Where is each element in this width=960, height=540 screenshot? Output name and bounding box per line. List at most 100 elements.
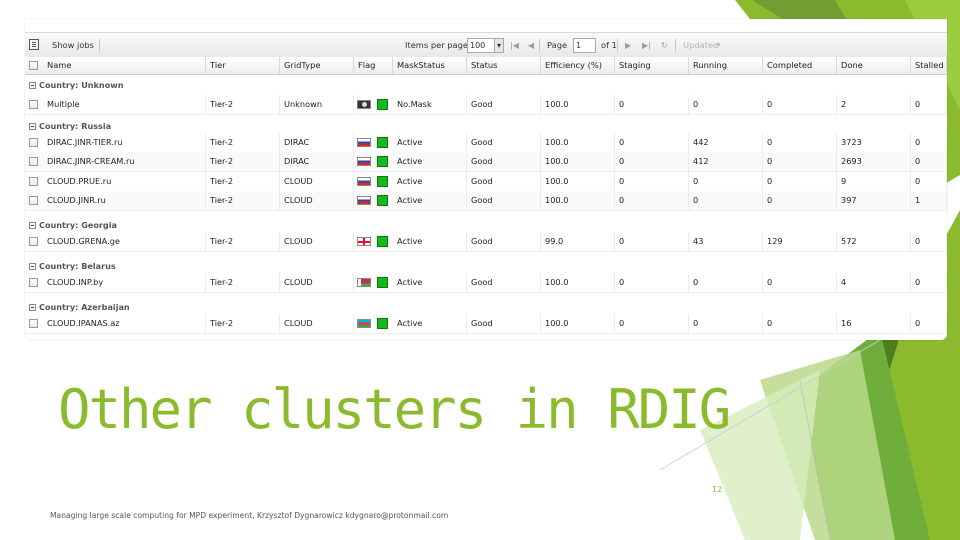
column-header-tier[interactable]: Tier — [206, 57, 280, 74]
cell-tier: Tier-2 — [206, 232, 280, 251]
mask-status-icon — [377, 156, 388, 167]
cell-completed: 0 — [763, 152, 837, 171]
russia-flag-icon — [357, 196, 371, 205]
page-input[interactable]: 1 — [573, 38, 596, 53]
table-row[interactable]: CLOUD.GRENA.ge Tier-2 CLOUD Active Good 99.0 0… — [25, 232, 947, 252]
column-header-maskstatus[interactable]: MaskStatus — [393, 57, 467, 74]
toolbar-divider — [539, 39, 540, 52]
cell-status: Good — [467, 273, 541, 292]
cell-tier: Tier-2 — [206, 273, 280, 292]
cell-staging: 0 — [615, 191, 689, 210]
cell-efficiency: 100.0 — [541, 172, 615, 191]
cell-tier: Tier-2 — [206, 314, 280, 333]
table-row[interactable]: DIRAC.JINR-TIER.ru Tier-2 DIRAC Active Good 1… — [25, 133, 947, 153]
table-row[interactable]: CLOUD.INP.by Tier-2 CLOUD Active Good 100.0 0 0… — [25, 273, 947, 293]
cell-done: 9 — [837, 172, 911, 191]
select-all-checkbox[interactable] — [29, 61, 38, 70]
column-header-flag[interactable]: Flag — [354, 57, 393, 74]
cell-efficiency: 99.0 — [541, 232, 615, 251]
cell-mask: Active — [393, 232, 467, 251]
cell-completed: 0 — [763, 133, 837, 152]
table-row[interactable]: CLOUD.IPANAS.az Tier-2 CLOUD Active Good 100.… — [25, 314, 947, 334]
mask-status-icon — [377, 137, 388, 148]
row-checkbox[interactable] — [29, 278, 38, 287]
page-count: of 1 — [601, 40, 617, 50]
show-jobs-icon[interactable] — [29, 39, 39, 50]
collapse-icon[interactable] — [29, 263, 36, 270]
belarus-flag-icon — [357, 278, 371, 287]
cell-efficiency: 100.0 — [541, 191, 615, 210]
cell-done: 2 — [837, 95, 911, 114]
cell-name: DIRAC.JINR-CREAM.ru — [43, 152, 206, 171]
column-header-done[interactable]: Done — [837, 57, 911, 74]
cell-done: 16 — [837, 314, 911, 333]
column-header-completed[interactable]: Completed — [763, 57, 837, 74]
cell-done: 2693 — [837, 152, 911, 171]
first-page-icon[interactable]: |◀ — [510, 40, 519, 51]
collapse-icon[interactable] — [29, 222, 36, 229]
column-header-running[interactable]: Running — [689, 57, 763, 74]
cell-mask: Active — [393, 172, 467, 191]
cell-stalled: 0 — [911, 314, 947, 333]
group-header-country-unknown[interactable]: Country: Unknown — [25, 76, 947, 96]
table-row[interactable]: CLOUD.PRUE.ru Tier-2 CLOUD Active Good 100.0 0… — [25, 172, 947, 192]
cell-tier: Tier-2 — [206, 133, 280, 152]
row-checkbox[interactable] — [29, 157, 38, 166]
cell-staging: 0 — [615, 133, 689, 152]
cell-status: Good — [467, 133, 541, 152]
table-row[interactable]: CLOUD.JINR.ru Tier-2 CLOUD Active Good 100.0 0… — [25, 191, 947, 211]
refresh-icon[interactable]: ↻ — [661, 40, 668, 51]
cell-name: CLOUD.GRENA.ge — [43, 232, 206, 251]
row-checkbox[interactable] — [29, 177, 38, 186]
cell-name: DIRAC.JINR-TIER.ru — [43, 133, 206, 152]
cell-done: 3723 — [837, 133, 911, 152]
cell-stalled: 1 — [911, 191, 947, 210]
mask-status-icon — [377, 99, 388, 110]
cell-running: 0 — [689, 172, 763, 191]
cell-name: CLOUD.JINR.ru — [43, 191, 206, 210]
last-page-icon[interactable]: ▶| — [642, 40, 651, 51]
row-checkbox[interactable] — [29, 237, 38, 246]
cell-tier: Tier-2 — [206, 191, 280, 210]
chevron-down-icon[interactable]: ▾ — [717, 33, 721, 58]
column-header-staging[interactable]: Staging — [615, 57, 689, 74]
unknown-flag-icon — [357, 100, 371, 109]
column-header-gridtype[interactable]: GridType — [280, 57, 354, 74]
table-row[interactable]: DIRAC.JINR-CREAM.ru Tier-2 DIRAC Active Good… — [25, 152, 947, 172]
mask-status-icon — [377, 176, 388, 187]
collapse-icon[interactable] — [29, 82, 36, 89]
items-per-page-select[interactable]: 100 — [467, 38, 495, 53]
prev-page-icon[interactable]: ◀ — [528, 40, 534, 51]
cell-running: 442 — [689, 133, 763, 152]
next-page-icon[interactable]: ▶ — [625, 40, 631, 51]
cell-tier: Tier-2 — [206, 172, 280, 191]
chevron-down-icon[interactable]: ▾ — [494, 38, 504, 53]
toolbar-divider — [675, 39, 676, 52]
column-header-name[interactable]: Name — [43, 57, 206, 74]
cell-stalled: 0 — [911, 172, 947, 191]
russia-flag-icon — [357, 177, 371, 186]
collapse-icon[interactable] — [29, 123, 36, 130]
row-checkbox[interactable] — [29, 196, 38, 205]
cell-mask: Active — [393, 133, 467, 152]
row-checkbox[interactable] — [29, 319, 38, 328]
cell-staging: 0 — [615, 95, 689, 114]
cell-status: Good — [467, 95, 541, 114]
row-checkbox[interactable] — [29, 138, 38, 147]
page-label: Page — [547, 40, 568, 50]
cell-running: 0 — [689, 191, 763, 210]
column-header-efficiency[interactable]: Efficiency (%) — [541, 57, 615, 74]
show-jobs-button[interactable]: Show jobs — [52, 33, 94, 58]
collapse-icon[interactable] — [29, 304, 36, 311]
cell-gridtype: CLOUD — [280, 172, 354, 191]
russia-flag-icon — [357, 157, 371, 166]
column-header-status[interactable]: Status — [467, 57, 541, 74]
row-checkbox[interactable] — [29, 100, 38, 109]
column-header-stalled[interactable]: Stalled — [911, 57, 947, 74]
updated-button[interactable]: Updated — [683, 33, 718, 58]
table-row[interactable]: Multiple Tier-2 Unknown No.Mask Good 100.0 0 0 0… — [25, 95, 947, 115]
cell-stalled: 0 — [911, 232, 947, 251]
cell-running: 0 — [689, 273, 763, 292]
cell-status: Good — [467, 232, 541, 251]
cell-status: Good — [467, 191, 541, 210]
